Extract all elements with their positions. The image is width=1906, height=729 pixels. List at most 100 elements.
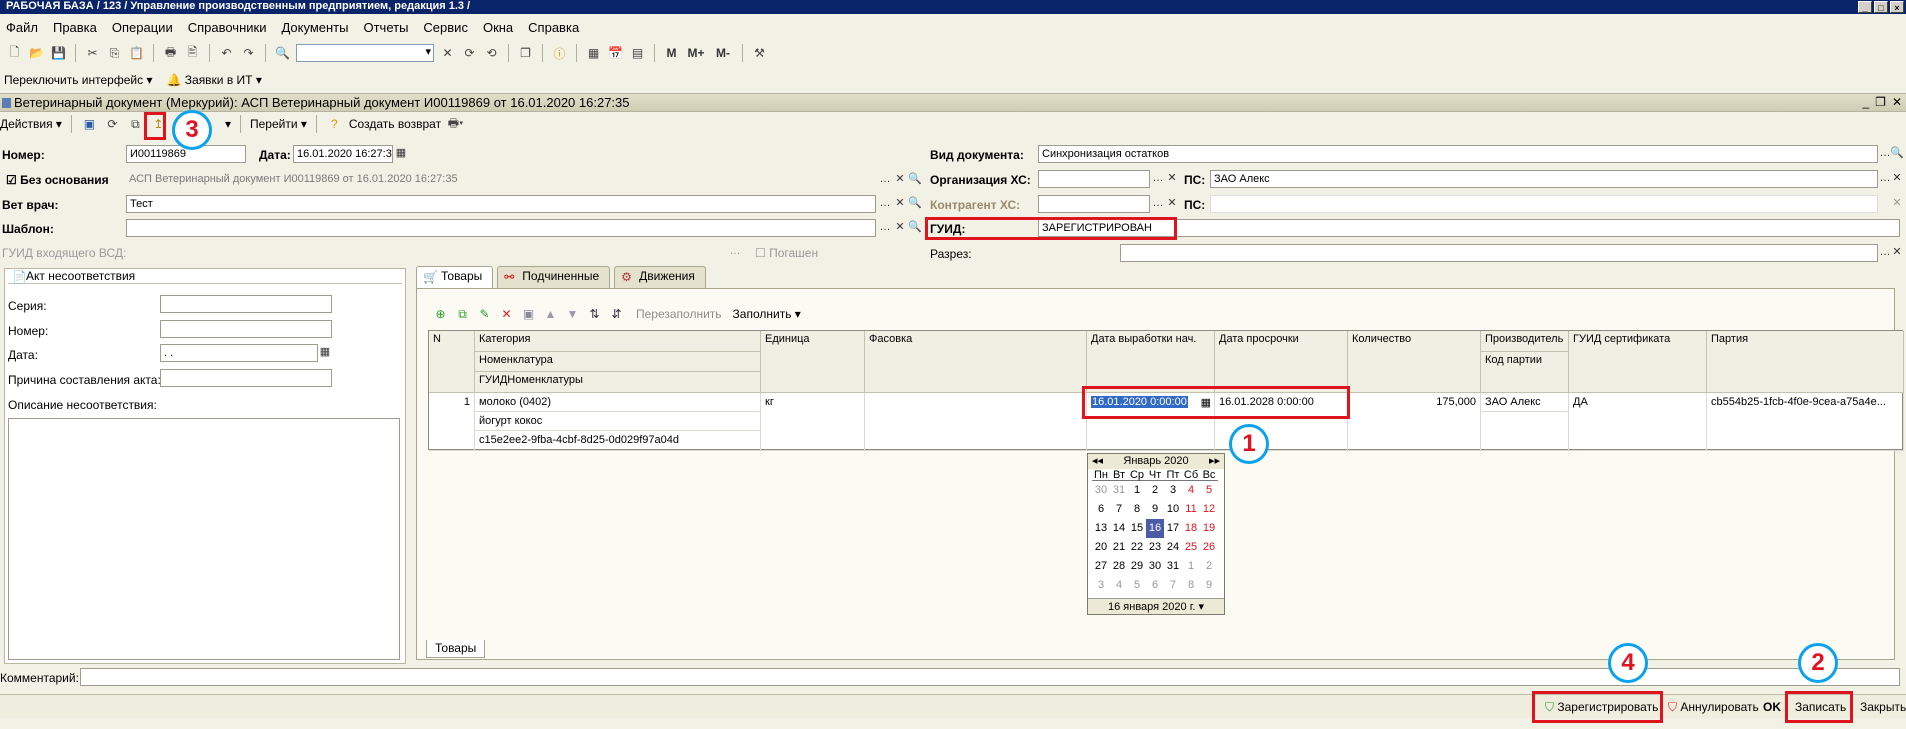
cell-batch[interactable]: cb554b25-1fcb-4f0e-9cea-a75a4e... <box>1707 393 1904 451</box>
calendar-day[interactable]: 15 <box>1128 519 1146 538</box>
ps-field[interactable]: ЗАО Алекс <box>1210 170 1878 188</box>
calendar-day[interactable]: 2 <box>1146 481 1164 500</box>
cell-n[interactable]: 1 <box>429 393 475 451</box>
calendar-day[interactable]: 11 <box>1182 500 1200 519</box>
series-field[interactable] <box>160 295 332 313</box>
calendar-day[interactable]: 29 <box>1128 557 1146 576</box>
calendar-day[interactable]: 16 <box>1146 519 1164 538</box>
delete-row-icon[interactable]: ✕ <box>498 306 515 323</box>
tab-subordinate[interactable]: ⚯ Подчиненные <box>497 266 611 288</box>
description-textarea[interactable] <box>8 418 400 660</box>
minimize-button[interactable]: _ <box>1858 1 1872 13</box>
calendar-day[interactable]: 23 <box>1146 538 1164 557</box>
calendar-day[interactable]: 3 <box>1164 481 1182 500</box>
ps2-clear-icon[interactable]: ✕ <box>1890 196 1904 212</box>
calendar-day[interactable]: 9 <box>1200 576 1218 595</box>
calendar-day[interactable]: 25 <box>1182 538 1200 557</box>
add-row-icon[interactable]: ⊕ <box>432 306 449 323</box>
calendar-day[interactable]: 30 <box>1146 557 1164 576</box>
m-minus-icon[interactable]: M- <box>712 45 734 62</box>
info-icon[interactable]: ⓘ <box>551 45 568 62</box>
refill-button[interactable]: Перезаполнить <box>636 307 722 321</box>
calendar-day[interactable]: 12 <box>1200 500 1218 519</box>
contractor-clear-icon[interactable]: ✕ <box>1165 196 1179 212</box>
find-prev-icon[interactable]: ⟲ <box>483 45 500 62</box>
calendar-day[interactable]: 10 <box>1164 500 1182 519</box>
menu-help[interactable]: Справка <box>528 20 579 35</box>
col-expiry[interactable]: Дата просрочки <box>1215 331 1348 393</box>
menu-edit[interactable]: Правка <box>53 20 97 35</box>
col-packing[interactable]: Фасовка <box>865 331 1087 393</box>
org-clear-icon[interactable]: ✕ <box>1165 171 1179 187</box>
open-icon[interactable]: 📂 <box>28 45 45 62</box>
cut-icon[interactable]: ✂ <box>84 45 101 62</box>
calendar-day[interactable]: 5 <box>1200 481 1218 500</box>
vet-clear-icon[interactable]: ✕ <box>893 196 907 212</box>
contractor-field[interactable] <box>1038 195 1150 213</box>
cell-batch-code[interactable] <box>1481 412 1569 451</box>
fill-menu[interactable]: Заполнить ▾ <box>733 307 801 321</box>
calendar-day[interactable]: 24 <box>1164 538 1182 557</box>
copy-row-icon[interactable]: ⧉ <box>454 306 471 323</box>
doc-minimize-button[interactable]: _ <box>1862 94 1869 111</box>
print-icon[interactable]: 🖶 <box>162 45 179 62</box>
reason-field[interactable] <box>160 369 332 387</box>
doc-type-search-icon[interactable]: 🔍 <box>1890 146 1904 162</box>
calendar-day[interactable]: 9 <box>1146 500 1164 519</box>
calendar-day[interactable]: 8 <box>1128 500 1146 519</box>
bottom-tab-goods[interactable]: Товары <box>426 640 486 658</box>
org-field[interactable] <box>1038 170 1150 188</box>
calculator-icon[interactable]: ▦ <box>585 45 602 62</box>
find-next-icon[interactable]: ⟳ <box>461 45 478 62</box>
calendar-day[interactable]: 6 <box>1146 576 1164 595</box>
cell-packing[interactable] <box>865 393 1087 451</box>
move-up-icon[interactable]: ▲ <box>542 306 559 323</box>
calendar-day[interactable]: 20 <box>1092 538 1110 557</box>
menu-operations[interactable]: Операции <box>112 20 173 35</box>
search-icon[interactable]: 🔍 <box>274 45 291 62</box>
cell-producer[interactable]: ЗАО Алекс <box>1481 393 1569 412</box>
section-field[interactable] <box>1120 244 1878 262</box>
calendar-day[interactable]: 31 <box>1110 481 1128 500</box>
col-prod-start[interactable]: Дата выработки нач. <box>1087 331 1215 393</box>
act-number-field[interactable] <box>160 320 332 338</box>
col-qty[interactable]: Количество <box>1348 331 1481 393</box>
calendar-day[interactable]: 4 <box>1182 481 1200 500</box>
calendar-day[interactable]: 14 <box>1110 519 1128 538</box>
sort-desc-icon[interactable]: ⇵ <box>608 306 625 323</box>
cell-unit[interactable]: кг <box>761 393 865 451</box>
move-down-icon[interactable]: ▼ <box>564 306 581 323</box>
calendar-day[interactable]: 31 <box>1164 557 1182 576</box>
cell-qty[interactable]: 175,000 <box>1348 393 1481 451</box>
template-search-icon[interactable]: 🔍 <box>908 220 922 236</box>
switch-interface-button[interactable]: Переключить интерфейс ▾ <box>4 73 152 87</box>
act-date-field[interactable]: . . <box>160 344 318 362</box>
calendar-day[interactable]: 19 <box>1200 519 1218 538</box>
doc-type-field[interactable]: Синхронизация остатков <box>1038 145 1878 163</box>
vet-field[interactable]: Тест <box>126 195 876 213</box>
structure-icon[interactable]: ⧉ <box>127 116 144 133</box>
preview-icon[interactable]: 🖹 <box>184 45 201 62</box>
calendar-day[interactable]: 22 <box>1128 538 1146 557</box>
calendar-day[interactable]: 27 <box>1092 557 1110 576</box>
doc-restore-button[interactable]: ❐ <box>1875 94 1886 111</box>
next-month-button[interactable]: ▸▸ <box>1209 454 1220 469</box>
col-batch-code[interactable]: Код партии <box>1481 352 1569 393</box>
doc-close-button[interactable]: ✕ <box>1892 94 1902 111</box>
post-icon[interactable]: ▣ <box>81 116 98 133</box>
new-icon[interactable]: 🗋 <box>6 45 23 62</box>
print-menu-icon[interactable]: 🖶▾ <box>447 116 464 133</box>
edit-row-icon[interactable]: ✎ <box>476 306 493 323</box>
cell-category[interactable]: молоко (0402) <box>475 393 761 412</box>
maximize-button[interactable]: □ <box>1874 1 1888 13</box>
actions-menu[interactable]: Действия ▾ <box>0 117 62 131</box>
no-basis-checkbox[interactable]: ☑ Без основания <box>6 173 109 187</box>
calendar-day[interactable]: 26 <box>1200 538 1218 557</box>
calendar-day[interactable]: 7 <box>1164 576 1182 595</box>
refresh-icon[interactable]: ⟳ <box>104 116 121 133</box>
ps2-field[interactable] <box>1210 195 1878 213</box>
basis-select-icon[interactable]: … <box>878 172 892 188</box>
menu-references[interactable]: Справочники <box>188 20 267 35</box>
col-n[interactable]: N <box>429 331 475 393</box>
col-cert-guid[interactable]: ГУИД сертификата <box>1569 331 1707 393</box>
